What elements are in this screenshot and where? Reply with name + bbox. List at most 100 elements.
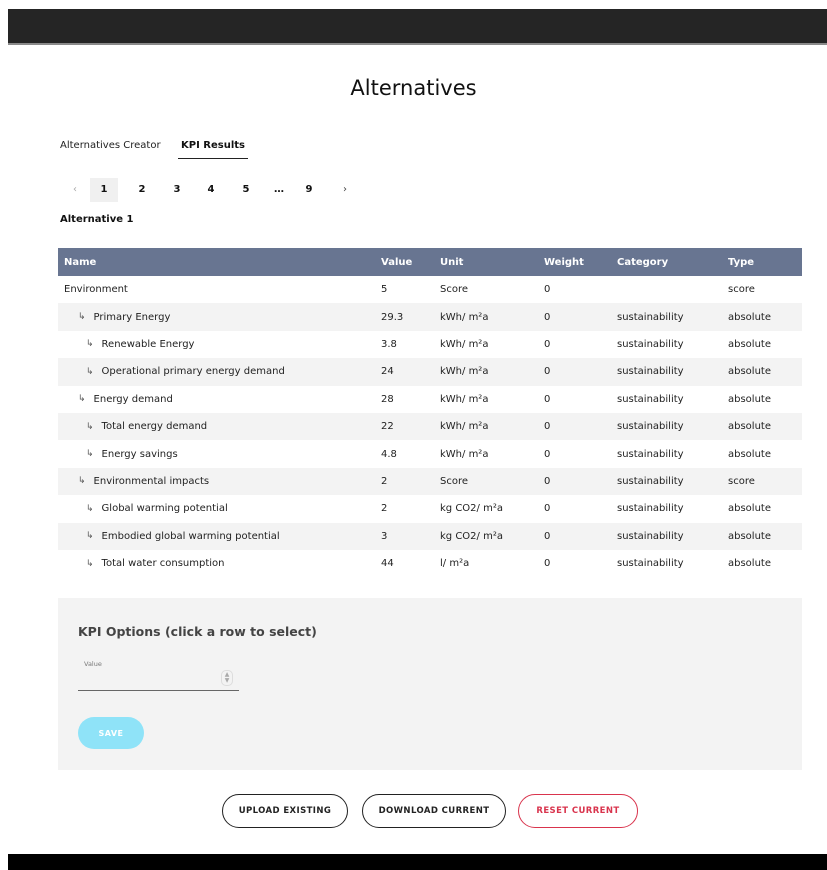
- cell-type: absolute: [728, 393, 771, 405]
- tab-alternatives-creator[interactable]: Alternatives Creator: [60, 140, 161, 159]
- cell-value: 3.8: [381, 338, 397, 350]
- cell-name-text: Energy savings: [101, 448, 178, 460]
- cell-category: sustainability: [617, 530, 684, 542]
- value-field: Value ▲ ▼: [78, 654, 239, 691]
- cell-name-text: Energy demand: [93, 393, 173, 405]
- pagination-page-2[interactable]: 2: [131, 178, 153, 202]
- table-row[interactable]: ↳ Renewable Energy 3.8 kWh/ m²a 0 sustainabil…: [58, 331, 802, 358]
- pagination-page-5[interactable]: 5: [235, 178, 257, 202]
- pagination-page-9[interactable]: 9: [298, 178, 320, 202]
- child-indent-icon: ↳: [86, 531, 94, 542]
- cell-weight: 0: [544, 311, 551, 323]
- cell-unit: kWh/ m²a: [440, 421, 489, 433]
- table-row[interactable]: ↳ Primary Energy 29.3 kWh/ m²a 0 sustainabili…: [58, 303, 802, 331]
- cell-unit: Score: [440, 475, 469, 487]
- cell-weight: 0: [544, 558, 551, 570]
- cell-value: 29.3: [381, 311, 404, 323]
- cell-weight: 0: [544, 475, 551, 487]
- pagination-page-1[interactable]: 1: [90, 178, 118, 202]
- table-header: Name Value Unit Weight Category Type: [58, 248, 802, 276]
- cell-type: absolute: [728, 558, 771, 570]
- value-stepper[interactable]: ▲ ▼: [221, 670, 233, 686]
- save-button[interactable]: SAVE: [78, 717, 144, 749]
- download-current-button[interactable]: DOWNLOAD CURRENT: [362, 794, 506, 828]
- table-row[interactable]: ↳ Total energy demand 22 kWh/ m²a 0 sustainab…: [58, 412, 802, 441]
- table-row[interactable]: ↳ Total water consumption 44 l/ m²a 0 sustain…: [58, 550, 802, 577]
- cell-name-text: Total water consumption: [101, 558, 225, 570]
- child-indent-icon: ↳: [86, 449, 94, 460]
- kpi-options-title: KPI Options (click a row to select): [78, 624, 317, 639]
- cell-name: ↳ Environmental impacts: [64, 468, 209, 495]
- cell-unit: kg CO2/ m²a: [440, 503, 503, 515]
- table-row[interactable]: ↳ Embodied global warming potential 3 kg CO…: [58, 522, 802, 550]
- value-field-label: Value: [84, 660, 102, 668]
- cell-category: sustainability: [617, 311, 684, 323]
- cell-category: sustainability: [617, 366, 684, 378]
- cell-unit: l/ m²a: [440, 558, 470, 570]
- cell-weight: 0: [544, 503, 551, 515]
- cell-value: 44: [381, 558, 394, 570]
- cell-name-text: Environment: [64, 284, 128, 296]
- page-title: Alternatives: [350, 76, 477, 100]
- child-indent-icon: ↳: [86, 421, 94, 432]
- pagination-next-button[interactable]: ›: [334, 178, 356, 202]
- cell-unit: kWh/ m²a: [440, 311, 489, 323]
- cell-weight: 0: [544, 284, 551, 296]
- top-app-bar: [8, 9, 827, 45]
- pagination-page-3[interactable]: 3: [166, 178, 188, 202]
- header-category: Category: [617, 256, 669, 268]
- cell-unit: kWh/ m²a: [440, 338, 489, 350]
- cell-name: ↳ Primary Energy: [64, 303, 170, 330]
- pagination-ellipsis: …: [274, 184, 284, 195]
- chevron-down-icon[interactable]: ▼: [225, 678, 230, 684]
- header-weight: Weight: [544, 256, 584, 268]
- cell-category: sustainability: [617, 475, 684, 487]
- cell-category: sustainability: [617, 421, 684, 433]
- pagination-page-4[interactable]: 4: [200, 178, 222, 202]
- table-row[interactable]: Environment 5 Score 0 score: [58, 276, 802, 303]
- cell-name-text: Global warming potential: [101, 503, 228, 515]
- cell-type: absolute: [728, 366, 771, 378]
- table-row[interactable]: ↳ Environmental impacts 2 Score 0 sustainabil…: [58, 467, 802, 496]
- child-indent-icon: ↳: [86, 503, 94, 514]
- cell-value: 24: [381, 366, 394, 378]
- cell-category: sustainability: [617, 338, 684, 350]
- table-row[interactable]: ↳ Operational primary energy demand 24 kWh/…: [58, 358, 802, 386]
- header-type: Type: [728, 256, 755, 268]
- value-input[interactable]: [82, 672, 216, 688]
- reset-current-button[interactable]: RESET CURRENT: [518, 794, 638, 828]
- cell-value: 22: [381, 421, 394, 433]
- cell-weight: 0: [544, 393, 551, 405]
- table-row[interactable]: ↳ Energy demand 28 kWh/ m²a 0 sustainability a…: [58, 386, 802, 413]
- cell-value: 4.8: [381, 448, 397, 460]
- cell-category: sustainability: [617, 558, 684, 570]
- cell-value: 5: [381, 284, 388, 296]
- cell-name: ↳ Energy savings: [64, 440, 178, 467]
- cell-unit: kWh/ m²a: [440, 366, 489, 378]
- cell-type: absolute: [728, 338, 771, 350]
- child-indent-icon: ↳: [78, 312, 86, 323]
- pagination-prev-button[interactable]: ‹: [64, 178, 86, 202]
- cell-type: score: [728, 284, 755, 296]
- child-indent-icon: ↳: [78, 394, 86, 405]
- cell-category: sustainability: [617, 393, 684, 405]
- cell-name-text: Environmental impacts: [93, 475, 210, 487]
- cell-unit: kWh/ m²a: [440, 393, 489, 405]
- cell-category: sustainability: [617, 448, 684, 460]
- cell-weight: 0: [544, 366, 551, 378]
- cell-unit: kg CO2/ m²a: [440, 530, 503, 542]
- cell-value: 2: [381, 503, 388, 515]
- tab-kpi-results[interactable]: KPI Results: [178, 140, 248, 159]
- child-indent-icon: ↳: [86, 558, 94, 569]
- kpi-results-table: Name Value Unit Weight Category Type Env…: [58, 248, 802, 577]
- cell-name: ↳ Total water consumption: [64, 550, 225, 577]
- upload-existing-button[interactable]: UPLOAD EXISTING: [222, 794, 348, 828]
- cell-name-text: Total energy demand: [101, 421, 208, 433]
- pagination: ‹ 1 2 3 4 5 … 9 ›: [60, 178, 360, 202]
- cell-name-text: Renewable Energy: [101, 338, 195, 350]
- cell-name: ↳ Operational primary energy demand: [64, 358, 285, 385]
- table-row[interactable]: ↳ Global warming potential 2 kg CO2/ m²a 0 su…: [58, 495, 802, 522]
- table-row[interactable]: ↳ Energy savings 4.8 kWh/ m²a 0 sustainabilit…: [58, 440, 802, 467]
- header-unit: Unit: [440, 256, 464, 268]
- cell-name-text: Operational primary energy demand: [101, 366, 285, 378]
